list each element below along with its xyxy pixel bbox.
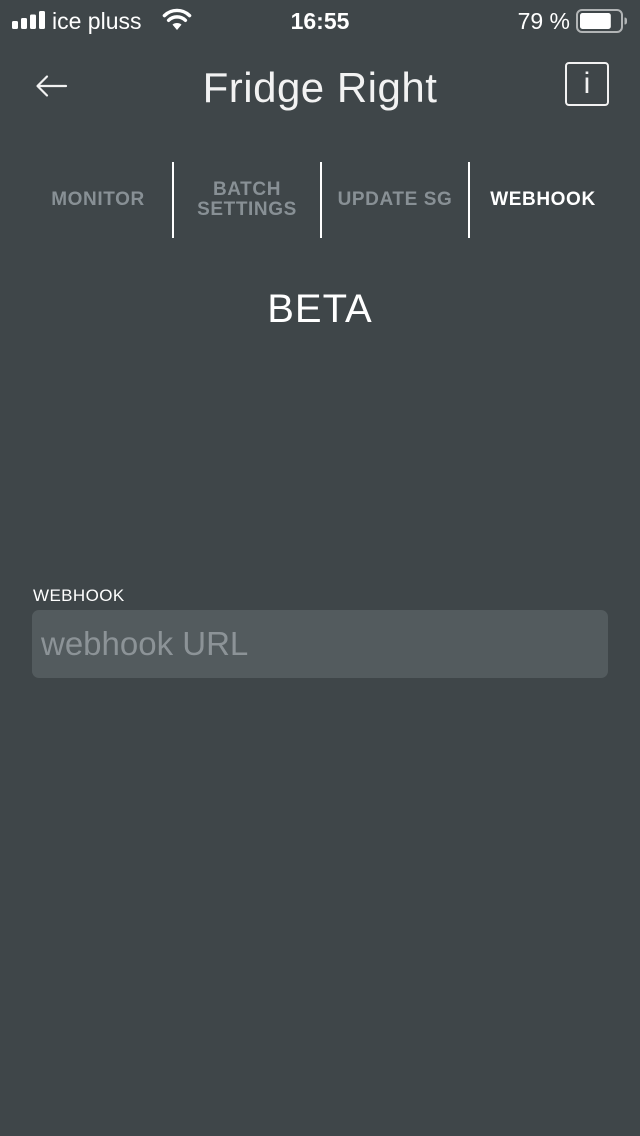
tab-update-sg[interactable]: UPDATE SG <box>320 162 468 238</box>
tab-bar: MONITOR BATCH SETTINGS UPDATE SG WEBHOOK <box>24 162 616 238</box>
status-bar: ice pluss 16:55 79 % <box>0 0 640 40</box>
tab-webhook[interactable]: WEBHOOK <box>468 162 616 238</box>
tab-monitor[interactable]: MONITOR <box>24 162 172 238</box>
tab-batch-settings[interactable]: BATCH SETTINGS <box>172 162 320 238</box>
page-title: Fridge Right <box>202 64 438 111</box>
battery-percent: 79 % <box>517 8 570 34</box>
webhook-field-label: WEBHOOK <box>33 586 125 605</box>
info-button[interactable]: i <box>565 62 609 106</box>
battery-icon <box>576 9 627 33</box>
beta-label: BETA <box>267 287 373 331</box>
webhook-url-input[interactable] <box>32 610 608 678</box>
